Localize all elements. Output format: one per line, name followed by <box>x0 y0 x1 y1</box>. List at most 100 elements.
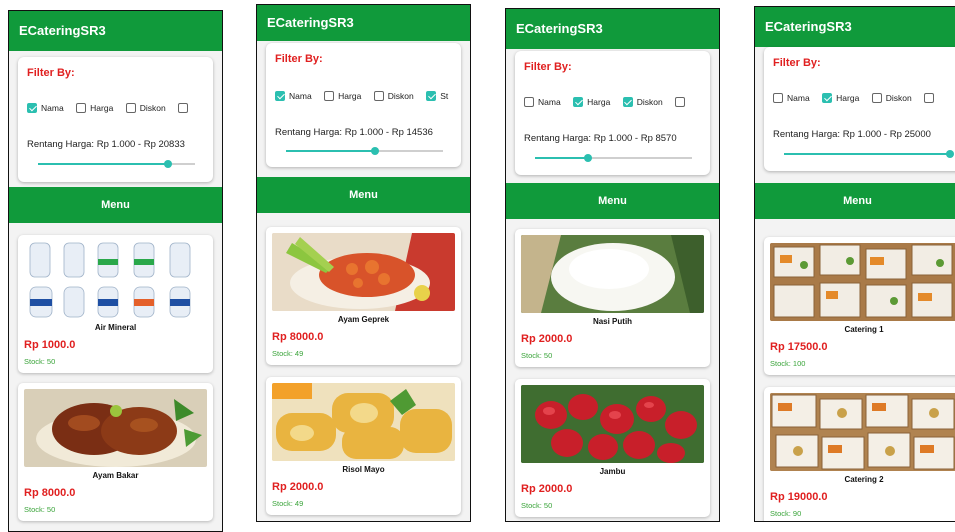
product-card[interactable]: Jambu Rp 2000.0 Stock: 50 <box>515 379 710 517</box>
phone-screen-1: ECateringSR3 Filter By: Nama Harga Disko… <box>8 10 223 532</box>
slider-fill <box>784 153 950 155</box>
phone-screen-3: ECateringSR3 Filter By: Nama Harga Disko… <box>505 8 720 522</box>
checkbox-label: St <box>440 91 449 102</box>
filter-harga[interactable]: Harga <box>324 90 362 102</box>
checkbox-label: Nama <box>41 103 64 114</box>
price-range-slider[interactable] <box>784 150 954 158</box>
product-name: Catering 2 <box>844 475 884 484</box>
slider-fill <box>535 157 589 159</box>
filter-nama[interactable]: Nama <box>773 92 810 104</box>
product-stock: Stock: 49 <box>272 499 304 508</box>
product-price: Rp 2000.0 <box>272 481 324 493</box>
filter-options: Nama Harga Diskon <box>773 89 946 104</box>
checkbox-label: Harga <box>587 97 611 108</box>
checkbox-label: Diskon <box>636 97 663 108</box>
fried-chicken-sambal-image <box>272 233 455 311</box>
filter-harga[interactable]: Harga <box>822 92 859 104</box>
app-bar-title: ECateringSR3 <box>9 11 222 51</box>
product-name: Air Mineral <box>94 323 137 332</box>
product-card[interactable]: Catering 2 Rp 19000.0 Stock: 90 <box>764 387 955 521</box>
filter-diskon[interactable]: Diskon <box>622 96 663 108</box>
checkbox-label: Diskon <box>139 103 166 114</box>
checkbox-harga[interactable] <box>573 97 584 108</box>
price-range-slider[interactable] <box>38 160 195 168</box>
product-stock: Stock: 50 <box>521 351 553 360</box>
checkbox-nama[interactable] <box>275 91 285 102</box>
checkbox-harga[interactable] <box>822 93 833 104</box>
filter-card: Filter By: Nama Harga Diskon Rentang Har… <box>764 47 955 171</box>
checkbox-stock[interactable] <box>426 91 437 102</box>
checkbox-nama[interactable] <box>524 97 534 108</box>
price-range-slider[interactable] <box>535 154 692 162</box>
catering-box-image <box>770 393 955 471</box>
filter-title: Filter By: <box>524 61 572 73</box>
product-price: Rp 19000.0 <box>770 491 828 503</box>
app-bar-title: ECateringSR3 <box>755 7 955 47</box>
filter-stock[interactable] <box>178 102 192 114</box>
product-price: Rp 1000.0 <box>24 339 76 351</box>
filter-stock[interactable] <box>924 92 938 104</box>
filter-stock[interactable]: St <box>426 90 449 102</box>
checkbox-label: Nama <box>289 91 312 102</box>
price-range-label: Rentang Harga: Rp 1.000 - Rp 20833 <box>27 139 185 150</box>
slider-thumb[interactable] <box>946 150 954 158</box>
slider-thumb[interactable] <box>164 160 173 168</box>
filter-card: Filter By: Nama Harga Diskon Rentang Har… <box>18 57 213 182</box>
checkbox-diskon[interactable] <box>373 91 384 102</box>
phone-screen-4: ECateringSR3 Filter By: Nama Harga Disko… <box>754 6 955 522</box>
product-price: Rp 8000.0 <box>272 331 324 343</box>
product-card[interactable]: Ayam Geprek Rp 8000.0 Stock: 49 <box>266 227 461 365</box>
product-card[interactable]: Air Mineral Rp 1000.0 Stock: 50 <box>18 235 213 373</box>
filter-card: Filter By: Nama Harga Diskon St Rentang … <box>266 43 461 167</box>
product-price: Rp 2000.0 <box>521 333 573 345</box>
price-range-label: Rentang Harga: Rp 1.000 - Rp 25000 <box>773 129 931 140</box>
product-name: Risol Mayo <box>342 465 385 474</box>
checkbox-harga[interactable] <box>324 91 335 102</box>
product-card[interactable]: Ayam Bakar Rp 8000.0 Stock: 50 <box>18 383 213 521</box>
filter-harga[interactable]: Harga <box>573 96 611 108</box>
filter-diskon[interactable]: Diskon <box>871 92 912 104</box>
checkbox-diskon[interactable] <box>871 93 882 104</box>
product-card[interactable]: Nasi Putih Rp 2000.0 Stock: 50 <box>515 229 710 367</box>
filter-stock[interactable] <box>675 96 689 108</box>
filter-options: Nama Harga Diskon St <box>275 87 456 102</box>
product-price: Rp 2000.0 <box>521 483 573 495</box>
product-stock: Stock: 49 <box>272 349 304 358</box>
menu-header: Menu <box>755 183 955 219</box>
checkbox-stock[interactable] <box>675 97 686 108</box>
filter-harga[interactable]: Harga <box>76 102 113 114</box>
menu-header: Menu <box>9 187 222 223</box>
checkbox-stock[interactable] <box>924 93 935 104</box>
menu-header: Menu <box>506 183 719 219</box>
grilled-chicken-image <box>24 389 207 467</box>
slider-fill <box>286 150 376 152</box>
slider-thumb[interactable] <box>584 154 593 162</box>
checkbox-stock[interactable] <box>178 103 189 114</box>
slider-thumb[interactable] <box>371 147 380 155</box>
white-rice-image <box>521 235 704 313</box>
water-bottles-image <box>24 241 207 319</box>
checkbox-label: Harga <box>338 91 362 102</box>
filter-diskon[interactable]: Diskon <box>125 102 166 114</box>
product-stock: Stock: 100 <box>770 359 806 368</box>
filter-diskon[interactable]: Diskon <box>373 90 414 102</box>
checkbox-diskon[interactable] <box>622 97 633 108</box>
checkbox-nama[interactable] <box>773 93 783 104</box>
product-card[interactable]: Catering 1 Rp 17500.0 Stock: 100 <box>764 237 955 375</box>
checkbox-harga[interactable] <box>76 103 87 114</box>
filter-options: Nama Harga Diskon <box>524 93 697 108</box>
checkbox-nama[interactable] <box>27 103 37 114</box>
filter-nama[interactable]: Nama <box>27 102 64 114</box>
filter-nama[interactable]: Nama <box>524 96 561 108</box>
filter-card: Filter By: Nama Harga Diskon Rentang Har… <box>515 51 710 175</box>
filter-nama[interactable]: Nama <box>275 90 312 102</box>
product-price: Rp 8000.0 <box>24 487 76 499</box>
product-card[interactable]: Risol Mayo Rp 2000.0 Stock: 49 <box>266 377 461 515</box>
filter-title: Filter By: <box>275 53 323 65</box>
checkbox-diskon[interactable] <box>125 103 136 114</box>
product-name: Nasi Putih <box>592 317 633 326</box>
filter-title: Filter By: <box>773 57 821 69</box>
product-name: Catering 1 <box>844 325 884 334</box>
filter-title: Filter By: <box>27 67 75 79</box>
price-range-slider[interactable] <box>286 147 443 155</box>
